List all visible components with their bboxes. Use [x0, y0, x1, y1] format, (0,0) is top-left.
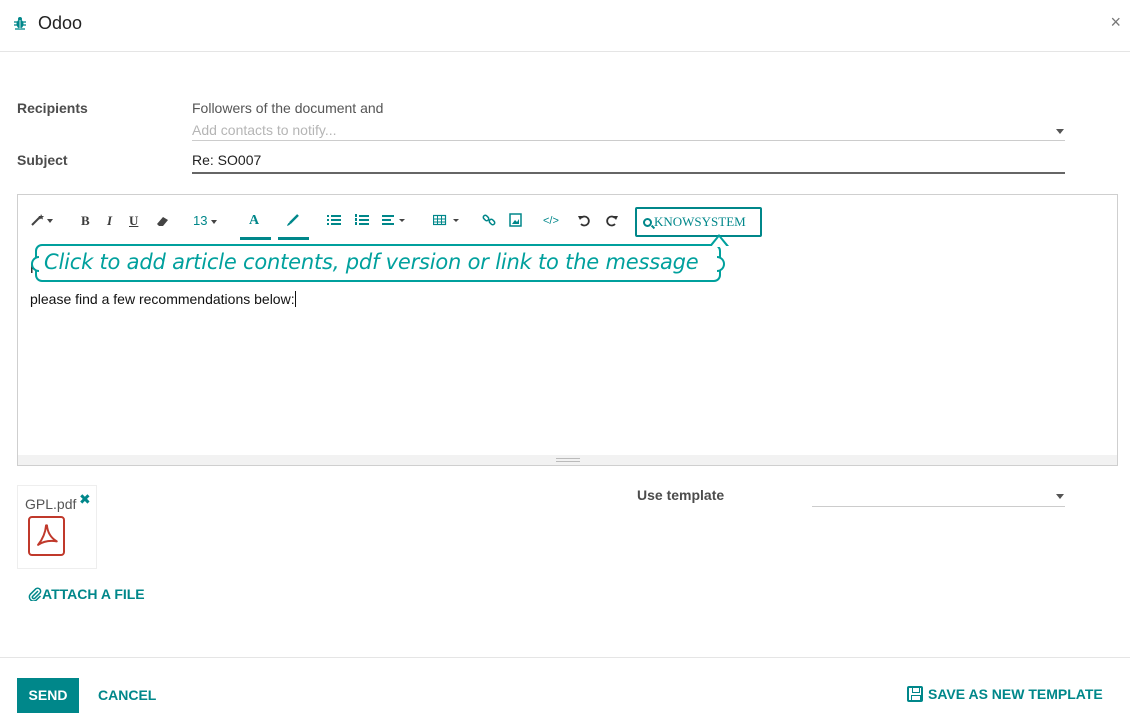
image-icon[interactable] [509, 213, 522, 227]
subject-input[interactable]: Re: SO007 [192, 151, 1065, 174]
remove-attachment-icon[interactable]: ✖ [79, 491, 91, 508]
subject-label: Subject [17, 152, 68, 168]
recipients-label: Recipients [17, 100, 88, 116]
redo-icon[interactable] [605, 214, 618, 227]
code-icon[interactable]: </> [543, 213, 559, 229]
floppy-icon [907, 686, 923, 702]
use-template-label: Use template [637, 487, 725, 503]
send-button[interactable]: SEND [17, 678, 79, 713]
attachment-file-name: GPL.pdf [25, 496, 77, 512]
text-cursor [294, 291, 296, 307]
italic-button[interactable]: I [107, 213, 112, 229]
font-size-dropdown[interactable]: 13 [193, 213, 217, 229]
chevron-down-icon[interactable] [1056, 494, 1064, 499]
brush-icon[interactable] [286, 213, 300, 227]
attachment-card[interactable]: GPL.pdf ✖ [17, 485, 97, 569]
editor-toolbar: B I U 13 A </> KNOWSYSTEM [18, 195, 1117, 247]
pdf-icon [28, 516, 65, 556]
cancel-button[interactable]: CANCEL [98, 687, 156, 703]
tooltip-arrow-inner [711, 237, 727, 247]
highlight-color-indicator [278, 237, 309, 240]
template-select[interactable] [812, 485, 1065, 507]
grip-icon [556, 458, 580, 462]
text-color-button[interactable]: A [249, 213, 259, 229]
tooltip-right-curl [717, 256, 725, 272]
chevron-down-icon[interactable] [1056, 129, 1064, 134]
attach-file-label: ATTACH A FILE [42, 586, 145, 602]
recipients-placeholder: Add contacts to notify... [192, 122, 337, 138]
magic-wand-icon[interactable] [30, 213, 54, 227]
editor-body-line: please find a few recommendations below: [30, 291, 295, 307]
attach-file-button[interactable]: ATTACH A FILE [28, 586, 145, 602]
list-unordered-icon[interactable] [327, 214, 341, 226]
undo-icon[interactable] [578, 214, 591, 227]
knowsystem-tooltip: Click to add article contents, pdf versi… [31, 234, 729, 282]
search-icon [643, 218, 652, 227]
dialog-title: Odoo [38, 13, 83, 33]
bug-icon [14, 17, 26, 30]
editor-resize-handle[interactable] [18, 455, 1117, 465]
bold-button[interactable]: B [81, 213, 90, 229]
knowsystem-label: KNOWSYSTEM [654, 214, 746, 229]
save-as-template-button[interactable]: SAVE AS NEW TEMPLATE [907, 686, 1103, 702]
list-ordered-icon[interactable] [355, 214, 369, 226]
table-icon[interactable] [433, 214, 461, 226]
paperclip-icon [28, 587, 42, 602]
eraser-icon[interactable] [156, 215, 170, 227]
recipients-input[interactable]: Add contacts to notify... [192, 121, 1065, 141]
message-editor[interactable]: B I U 13 A </> KNOWSYSTEM please find a … [17, 194, 1118, 466]
knowsystem-button[interactable]: KNOWSYSTEM [635, 207, 762, 237]
close-icon[interactable]: × [1110, 12, 1121, 32]
tooltip-text: Click to add article contents, pdf versi… [44, 250, 699, 274]
editor-body-text[interactable]: please find a few recommendations below: [30, 291, 296, 307]
dialog-footer: SEND CANCEL SAVE AS NEW TEMPLATE [0, 657, 1130, 723]
dialog-header: Odoo × [0, 0, 1130, 52]
link-icon[interactable] [482, 213, 496, 227]
text-color-indicator [240, 237, 271, 240]
recipients-followers-text: Followers of the document and [192, 100, 384, 116]
underline-button[interactable]: U [129, 213, 138, 229]
save-as-template-label: SAVE AS NEW TEMPLATE [928, 686, 1103, 702]
align-icon[interactable] [382, 214, 406, 226]
